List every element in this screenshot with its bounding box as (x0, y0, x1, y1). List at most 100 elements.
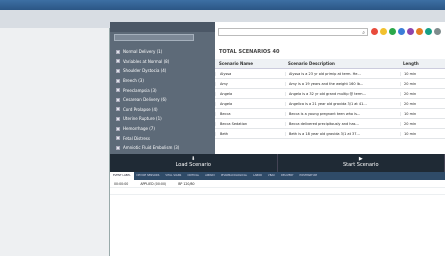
table-row[interactable]: Amy Amy is a 19 years and the weight 160 … (215, 79, 445, 89)
filter-item[interactable]: Breech (3) (110, 76, 215, 86)
filter-item-label: Fetal Distress (123, 135, 150, 141)
color-filter-dot[interactable] (398, 28, 405, 35)
filter-item-label: Shoulder Dystocia (4) (123, 68, 167, 74)
search-input[interactable]: ⌕ (218, 28, 368, 36)
color-filter-dots (371, 28, 441, 35)
scenario-name: Amy (215, 81, 285, 86)
table-row[interactable]: Beth Beth is a 18 year old gravida 3/1 at… (215, 129, 445, 139)
column-header-description[interactable]: Scenario Description (285, 61, 400, 66)
log-event: APPLIED (00:00) (140, 181, 167, 186)
scenario-description: Becca is a young pregnant teen who is... (285, 111, 400, 116)
filter-list: Normal Delivery (1) Variables at Normal (… (110, 47, 215, 162)
tab-airway[interactable]: AIRWAY (202, 172, 218, 180)
tab-device-sensors[interactable]: DEVICE SENSORS (134, 172, 163, 180)
color-filter-dot[interactable] (389, 28, 396, 35)
filter-item[interactable]: Cord Prolapse (4) (110, 105, 215, 115)
filter-item[interactable]: Uterine Rupture (1) (110, 114, 215, 124)
tab-delivery[interactable]: DELIVERY (278, 172, 296, 180)
scenario-name: Beth (215, 131, 285, 136)
checkbox-icon[interactable] (116, 88, 120, 93)
table-row[interactable]: Angela Angela is a 32 yr old grand multip… (215, 89, 445, 99)
checkbox-icon[interactable] (116, 126, 120, 131)
filter-item[interactable]: Variables at Normal (8) (110, 57, 215, 67)
tab-postpartum[interactable]: POSTPARTUM (297, 172, 320, 180)
filter-item-label: Normal Delivery (1) (123, 49, 163, 55)
checkbox-icon[interactable] (116, 97, 120, 102)
filter-panel-header (110, 22, 215, 32)
start-scenario-label: Start Scenario (342, 162, 379, 168)
color-filter-dot[interactable] (425, 28, 432, 35)
tab-vbac[interactable]: VBAC (265, 172, 278, 180)
scenario-length: 20 min (400, 81, 445, 86)
scenario-length: 10 min (400, 111, 445, 116)
filter-item[interactable]: Shoulder Dystocia (4) (110, 66, 215, 76)
tab-critical[interactable]: CRITICAL (184, 172, 202, 180)
color-filter-dot[interactable] (416, 28, 423, 35)
scenario-description: Becca delivered precipitously and has... (285, 121, 400, 126)
filter-item[interactable]: Hemorrhage (7) (110, 124, 215, 134)
checkbox-icon[interactable] (116, 145, 120, 150)
filter-item[interactable]: Normal Delivery (1) (110, 47, 215, 57)
color-filter-dot[interactable] (434, 28, 441, 35)
checkbox-icon[interactable] (116, 116, 120, 121)
log-value: BP 120/80 (178, 181, 195, 186)
total-scenarios: TOTAL SCENARIOS 40 (219, 49, 280, 55)
column-header-length[interactable]: Length (400, 61, 445, 66)
filter-item-label: Cord Prolapse (4) (123, 106, 158, 112)
filter-item[interactable]: Amniotic Fluid Embolism (3) (110, 143, 215, 153)
checkbox-icon[interactable] (116, 68, 120, 73)
color-filter-dot[interactable] (371, 28, 378, 35)
filter-item-label: Uterine Rupture (1) (123, 116, 162, 122)
parameters-panel (0, 28, 110, 256)
scenario-length: 20 min (400, 91, 445, 96)
log-time: 00:00:00 (114, 181, 129, 186)
scenario-name: Angela (215, 91, 285, 96)
table-row[interactable]: Becca Sedation Becca delivered precipitou… (215, 119, 445, 129)
load-scenario-label: Load Scenario (175, 162, 211, 168)
table-row[interactable]: Becca Becca is a young pregnant teen who … (215, 109, 445, 119)
checkbox-icon[interactable] (116, 49, 120, 54)
scenario-table: Scenario Name Scenario Description Lengt… (215, 59, 445, 139)
checkbox-icon[interactable] (116, 59, 120, 64)
tab-event-label[interactable]: EVENT LABEL (110, 172, 134, 180)
filter-item[interactable]: Preeclampsia (3) (110, 85, 215, 95)
scenario-description: Amy is a 19 years and the weight 160 lb.… (285, 81, 400, 86)
table-body: Alyssa Alyssa is a 23 yr old primip at te… (215, 69, 445, 139)
filter-item-label: Preeclampsia (3) (123, 87, 157, 93)
tab-vital-signs[interactable]: VITAL SIGNS (162, 172, 184, 180)
scenario-description: Beth is a 18 year old gravida 3/1 at 37.… (285, 131, 400, 136)
scenario-name: Alyssa (215, 71, 285, 76)
filter-item-label: Amniotic Fluid Embolism (3) (123, 145, 180, 151)
scenario-name: Becca (215, 111, 285, 116)
scenario-description: Angela is a 32 yr old grand multip @ ter… (285, 91, 400, 96)
checkbox-icon[interactable] (116, 136, 120, 141)
start-scenario-button[interactable]: ▶ Start Scenario (277, 154, 445, 172)
filter-item-label: Breech (3) (123, 78, 144, 84)
scenario-actions: ⬇ Load Scenario ▶ Start Scenario (110, 154, 445, 172)
event-tabs: EVENT LABEL DEVICE SENSORS VITAL SIGNS CRIT… (110, 172, 445, 180)
color-filter-dot[interactable] (380, 28, 387, 35)
table-header: Scenario Name Scenario Description Lengt… (215, 59, 445, 69)
search-icon[interactable]: ⌕ (362, 30, 365, 36)
checkbox-icon[interactable] (116, 78, 120, 83)
filter-item-label: Variables at Normal (8) (123, 58, 170, 64)
tab-labor[interactable]: LABOR (250, 172, 265, 180)
table-row[interactable]: Angela Angelica is a 21 year old gravida … (215, 99, 445, 109)
column-header-name[interactable]: Scenario Name (215, 61, 285, 66)
table-row[interactable]: Alyssa Alyssa is a 23 yr old primip at te… (215, 69, 445, 79)
scenario-length: 20 min (400, 101, 445, 106)
checkbox-icon[interactable] (116, 107, 120, 112)
scenario-name: Becca Sedation (215, 121, 285, 126)
tab-pharmacological[interactable]: PHARMACOLOGICAL (218, 172, 250, 180)
filter-item-label: Hemorrhage (7) (123, 126, 155, 132)
scenario-length: 10 min (400, 71, 445, 76)
filter-item[interactable]: Cesarean Delivery (6) (110, 95, 215, 105)
color-filter-dot[interactable] (407, 28, 414, 35)
scenario-length: 20 min (400, 121, 445, 126)
filter-button[interactable] (114, 34, 194, 41)
filter-item[interactable]: Fetal Distress (110, 133, 215, 143)
filter-item-label: Cesarean Delivery (6) (123, 97, 167, 103)
scenario-length: 10 min (400, 131, 445, 136)
load-scenario-button[interactable]: ⬇ Load Scenario (110, 154, 278, 172)
window-title-bar (0, 0, 445, 10)
